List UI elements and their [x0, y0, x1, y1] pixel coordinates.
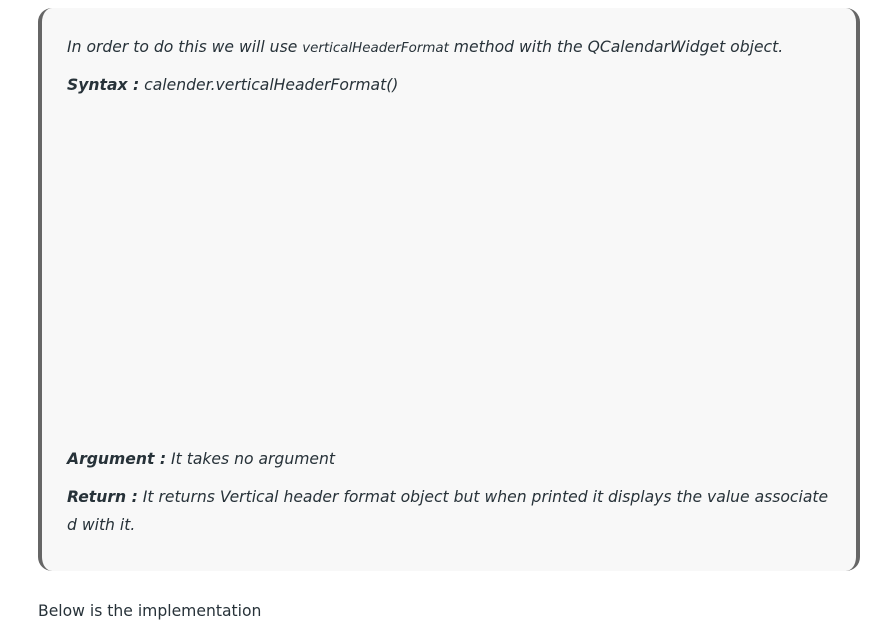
return-value: It returns Vertical header format object… [67, 488, 829, 534]
info-blockquote: In order to do this we will use vertical… [38, 8, 860, 571]
return-label: Return : [67, 488, 138, 506]
intro-paragraph: In order to do this we will use vertical… [67, 33, 836, 63]
argument-label: Argument : [67, 450, 167, 468]
syntax-value: calender.verticalHeaderFormat() [139, 76, 399, 94]
argument-paragraph: Argument : It takes no argument [67, 445, 836, 473]
method-name-code: verticalHeaderFormat [302, 41, 449, 56]
return-paragraph: Return : It returns Vertical header form… [67, 483, 836, 539]
intro-text-before: In order to do this we will use [67, 38, 303, 56]
intro-text-after: method with the QCalendarWidget object. [448, 38, 784, 56]
syntax-label: Syntax : [67, 76, 140, 94]
syntax-paragraph: Syntax : calender.verticalHeaderFormat() [67, 71, 836, 99]
implementation-intro-text: Below is the implementation [38, 602, 262, 620]
argument-value: It takes no argument [166, 450, 335, 468]
